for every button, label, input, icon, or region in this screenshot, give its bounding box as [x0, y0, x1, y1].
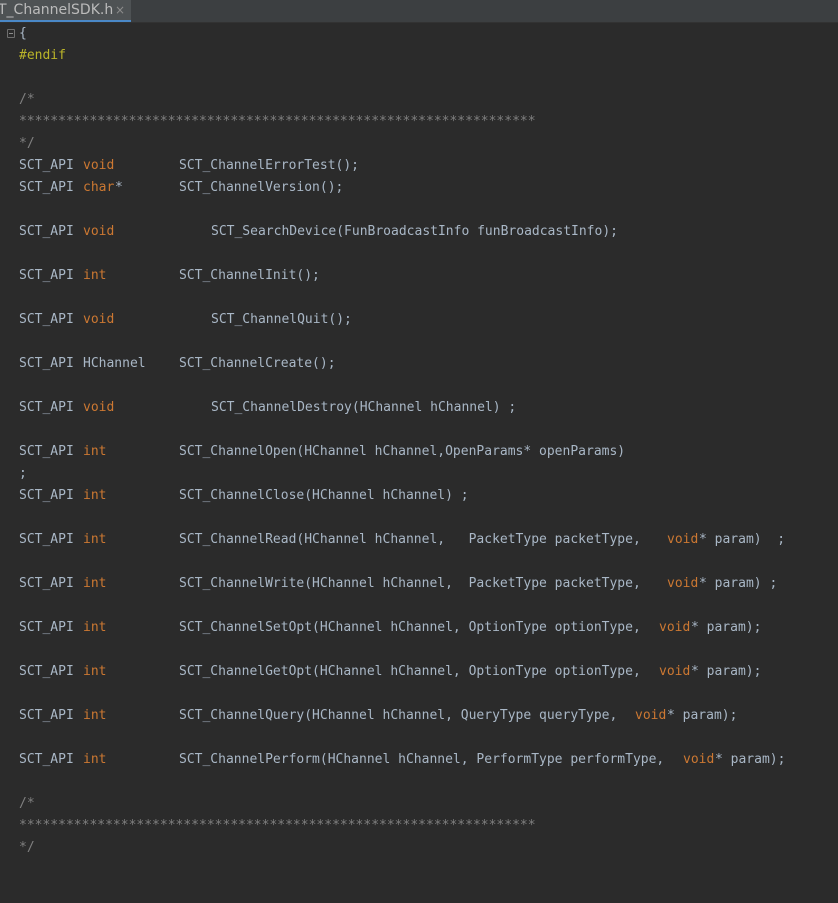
- code-line: SCT_API void SCT_ChannelQuit();: [19, 312, 352, 327]
- code-line: SCT_API char * SCT_ChannelVersion();: [19, 180, 344, 195]
- comment-line: /*: [19, 92, 35, 107]
- code-line: ;: [19, 466, 27, 481]
- code-line: SCT_API int SCT_ChannelOpen(HChannel hCh…: [19, 444, 626, 459]
- file-tab[interactable]: T_ChannelSDK.h ×: [0, 0, 131, 22]
- code-line: SCT_API void SCT_ChannelErrorTest();: [19, 158, 360, 173]
- comment-line: /*: [19, 796, 35, 811]
- code-line: SCT_API int SCT_ChannelQuery(HChannel hC…: [19, 708, 738, 723]
- comment-line: */: [19, 840, 35, 855]
- code-line: SCT_API int SCT_ChannelWrite(HChannel hC…: [19, 576, 778, 591]
- close-icon[interactable]: ×: [115, 0, 127, 20]
- code-line: SCT_API int SCT_ChannelClose(HChannel hC…: [19, 488, 469, 503]
- file-tab-label: T_ChannelSDK.h: [0, 2, 114, 18]
- code-line: SCT_API int SCT_ChannelGetOpt(HChannel h…: [19, 664, 762, 679]
- code-line: SCT_API int SCT_ChannelInit();: [19, 268, 320, 283]
- code-line: SCT_API int SCT_ChannelPerform(HChannel …: [19, 752, 786, 767]
- code-line: SCT_API void SCT_SearchDevice(FunBroadca…: [19, 224, 618, 239]
- code-line: {: [19, 26, 27, 41]
- comment-line: ****************************************…: [19, 818, 536, 833]
- fold-icon[interactable]: [7, 29, 15, 38]
- code-line: SCT_API HChannel SCT_ChannelCreate();: [19, 356, 336, 371]
- code-line: #endif: [19, 48, 66, 63]
- code-line: SCT_API void SCT_ChannelDestroy(HChannel…: [19, 400, 517, 415]
- comment-line: ****************************************…: [19, 114, 536, 129]
- code-line: SCT_API int SCT_ChannelRead(HChannel hCh…: [19, 532, 786, 547]
- code-editor[interactable]: { #endif /* ****************************…: [0, 23, 838, 863]
- editor-tab-bar: T_ChannelSDK.h ×: [0, 0, 838, 23]
- comment-line: */: [19, 136, 35, 151]
- code-line: SCT_API int SCT_ChannelSetOpt(HChannel h…: [19, 620, 762, 635]
